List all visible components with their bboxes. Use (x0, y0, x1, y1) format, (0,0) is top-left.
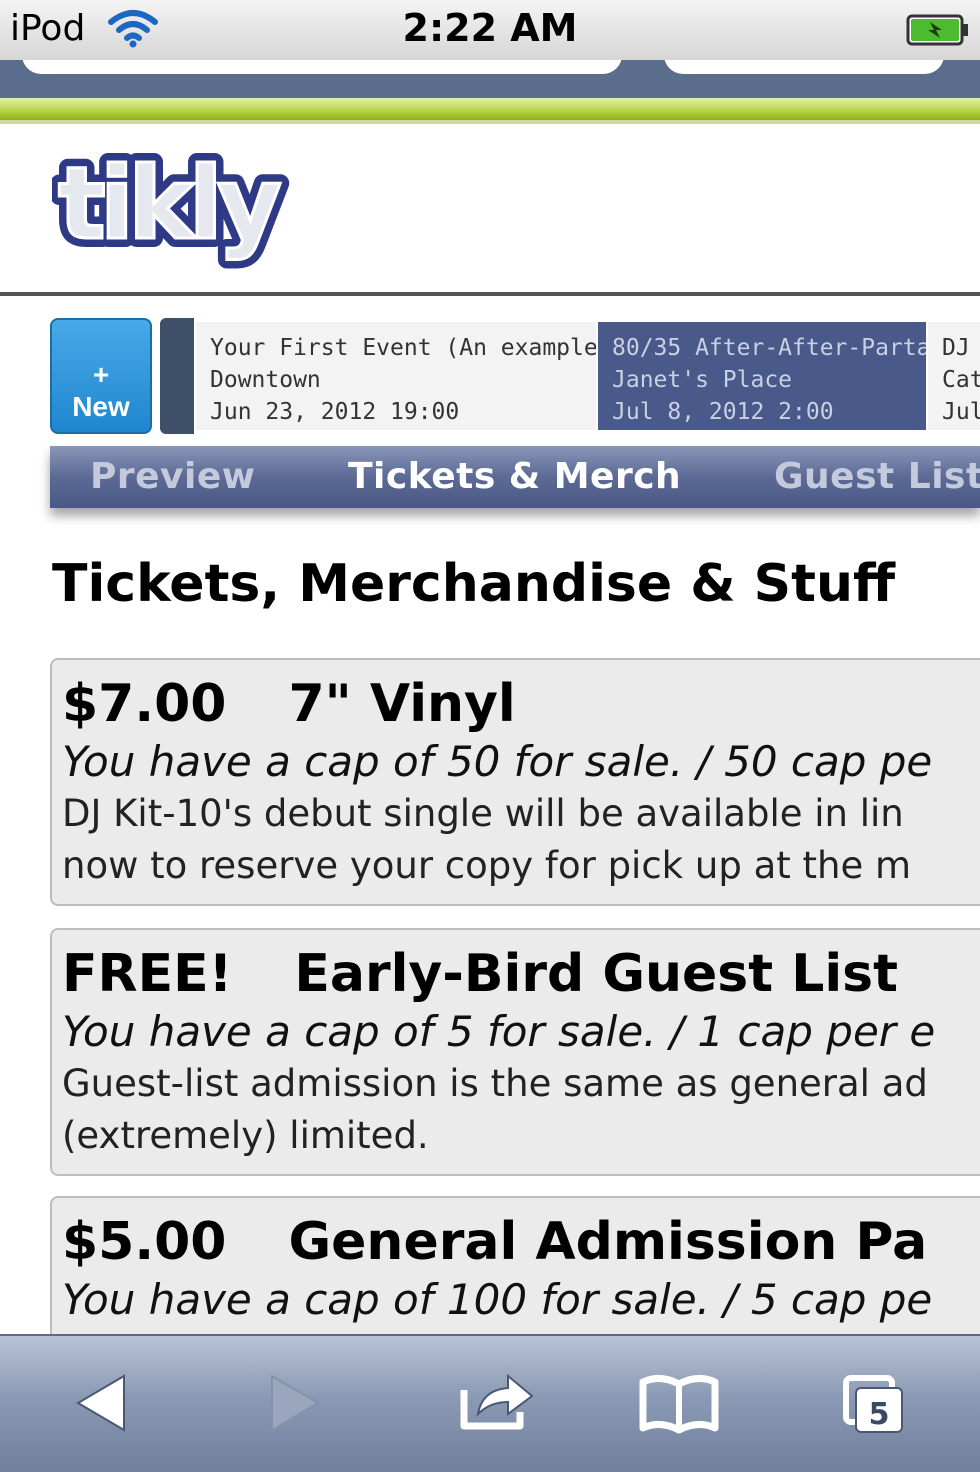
product-cap: You have a cap of 100 for sale. / 5 cap … (62, 1275, 933, 1324)
product-heading: $7.00 7" Vinyl (62, 672, 980, 736)
svg-text:tikly: tikly (58, 146, 281, 262)
event-title: DJ (942, 335, 970, 361)
product-description-line: DJ Kit-10's debut single will be availab… (62, 792, 904, 835)
product-heading: FREE! Early-Bird Guest List (62, 942, 980, 1006)
browser-toolbar: 5 (0, 1334, 980, 1472)
event-title: 80/35 After-After-Partay (612, 335, 926, 361)
accent-strip (0, 98, 980, 120)
plus-icon: + (92, 359, 110, 390)
product-price: $5.00 (62, 1212, 227, 1272)
product-card[interactable]: FREE! Early-Bird Guest List You have a ca… (50, 928, 980, 1176)
back-arrow-icon[interactable] (74, 1372, 128, 1434)
product-cap: You have a cap of 5 for sale. / 1 cap pe… (62, 1007, 936, 1056)
page-title: Tickets, Merchandise & Stuff (52, 554, 896, 614)
event-date: Jun 23, 2012 19:00 (210, 399, 460, 425)
clock: 2:22 AM (402, 6, 578, 50)
tabs-icon[interactable]: 5 (842, 1374, 906, 1436)
product-heading: $5.00 General Admission Pa (62, 1210, 980, 1274)
product-name: 7" Vinyl (288, 674, 516, 734)
tab-count: 5 (869, 1397, 890, 1432)
event-date: Jul (942, 399, 980, 425)
product-description-line: (extremely) limited. (62, 1114, 429, 1157)
product-description-line: Guest-list admission is the same as gene… (62, 1062, 928, 1105)
tab-tickets-merch[interactable]: Tickets & Merch (348, 456, 681, 497)
event-date: Jul 8, 2012 2:00 (612, 399, 834, 425)
search-field[interactable] (664, 60, 944, 74)
tikly-logo[interactable]: tikly tikly (52, 146, 302, 270)
product-name: Early-Bird Guest List (294, 944, 898, 1004)
product-description-line: now to reserve your copy for pick up at … (62, 844, 912, 887)
event-strip-handle[interactable] (160, 318, 194, 434)
product-price: FREE! (62, 944, 233, 1004)
forward-arrow-icon[interactable] (268, 1372, 322, 1434)
tab-preview[interactable]: Preview (90, 456, 256, 497)
header-divider (0, 292, 980, 296)
new-event-label: New (72, 391, 130, 422)
event-card-selected[interactable]: 80/35 After-After-Partay Janet's Place J… (598, 322, 926, 430)
share-icon[interactable] (458, 1368, 536, 1432)
product-name: General Admission Pa (288, 1212, 928, 1272)
event-venue: Downtown (210, 367, 321, 393)
section-tabs: Preview Tickets & Merch Guest List (50, 446, 980, 508)
product-cap: You have a cap of 50 for sale. / 50 cap … (62, 737, 933, 786)
event-card[interactable]: DJ Cat Jul (928, 322, 980, 430)
url-field[interactable] (22, 60, 622, 74)
battery-icon (906, 14, 968, 46)
product-price: $7.00 (62, 674, 227, 734)
status-bar: iPod 2:22 AM (0, 0, 980, 60)
tab-guest-list[interactable]: Guest List (774, 456, 980, 497)
event-venue: Cat (942, 367, 980, 393)
browser-address-bar (0, 60, 980, 102)
bookmarks-icon[interactable] (638, 1372, 720, 1434)
product-card[interactable]: $7.00 7" Vinyl You have a cap of 50 for s… (50, 658, 980, 906)
new-event-button[interactable]: + New (50, 318, 152, 434)
event-venue: Janet's Place (612, 367, 793, 393)
header: tikly tikly (0, 124, 980, 292)
event-card[interactable]: Your First Event (An example) Downtown J… (196, 322, 596, 430)
event-title: Your First Event (An example) (210, 335, 596, 361)
